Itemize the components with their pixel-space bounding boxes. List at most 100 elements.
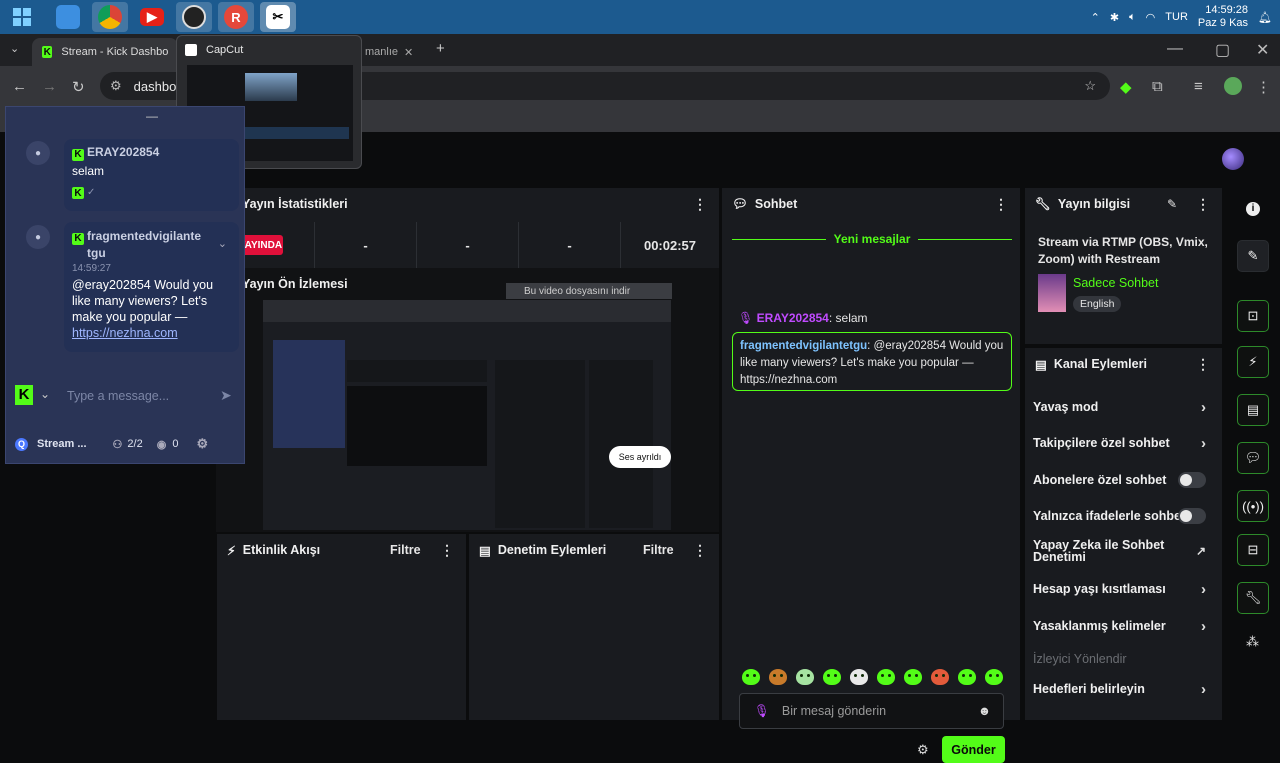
chat-sidebar-button[interactable]: 💬︎ — [1237, 442, 1269, 474]
stats-menu-icon[interactable]: ⋮ — [693, 196, 707, 213]
bolt-sidebar-button[interactable]: ⚡︎ — [1237, 346, 1269, 378]
chevron-right-icon: › — [1201, 617, 1206, 635]
send-button[interactable]: Gönder — [942, 736, 1005, 763]
wifi-icon[interactable]: ◠ — [1146, 11, 1156, 24]
reload-icon[interactable]: ↻ — [72, 78, 85, 96]
emote-icon[interactable] — [904, 669, 922, 685]
extensions-puzzle-icon[interactable]: ⧉ — [1152, 78, 1163, 95]
actions-menu-icon[interactable]: ⋮ — [1196, 356, 1210, 373]
forward-icon[interactable]: → — [42, 78, 57, 95]
followers-only-row[interactable]: Takipçilere özel sohbet › — [1033, 426, 1214, 460]
emote-icon[interactable] — [769, 669, 787, 685]
reading-list-icon[interactable]: ≡ — [1194, 78, 1203, 95]
capcut-button[interactable]: ✂ — [260, 2, 296, 32]
moderation-menu-icon[interactable]: ⋮ — [693, 542, 707, 559]
popup-footer: Q Stream ... ⚇ 2/2 ◉ 0 ⚙ — [6, 425, 244, 463]
edit-pencil-icon[interactable]: ✎ — [1167, 197, 1177, 211]
file-explorer-button[interactable] — [50, 2, 86, 32]
popup-username[interactable]: fragmentedvigilante — [87, 229, 201, 243]
chat-input-placeholder: Bir mesaj gönderin — [781, 704, 887, 718]
language-indicator[interactable]: TUR — [1165, 11, 1188, 23]
popup-username[interactable]: ERAY202854 — [87, 145, 159, 159]
tab-kick-dashboard[interactable]: K Stream - Kick Dashboard — [32, 38, 178, 66]
share-icon[interactable]: ⁂ — [1246, 634, 1259, 650]
tab-search-icon[interactable]: ⌄ — [10, 42, 19, 55]
send-arrow-icon[interactable]: ➤ — [220, 387, 232, 404]
chevron-up-icon[interactable]: ⌃ — [1091, 11, 1100, 24]
emote-icon[interactable] — [958, 669, 976, 685]
chevron-down-icon[interactable]: ⌄ — [40, 387, 50, 401]
info-menu-icon[interactable]: ⋮ — [1196, 196, 1210, 213]
preview-video[interactable]: Ses ayrıldı — [263, 300, 671, 530]
popup-time: 14:59:27 — [72, 263, 111, 274]
emote-icon[interactable] — [877, 669, 895, 685]
chevron-down-icon[interactable]: ⌄ — [218, 236, 227, 252]
bluetooth-icon[interactable]: ✱ — [1110, 11, 1119, 24]
tab-other[interactable]: manlıe ✕ — [355, 38, 417, 66]
site-info-icon[interactable]: ⚙ — [110, 78, 122, 94]
notification-icon[interactable]: 🔔︎ — [1258, 11, 1272, 24]
youtube-button[interactable]: ▶ — [134, 2, 170, 32]
close-window-button[interactable]: ✕ — [1256, 40, 1269, 60]
stats-header: Yayın İstatistikleri — [216, 188, 719, 220]
emote-icon[interactable] — [931, 669, 949, 685]
emote-icon[interactable] — [850, 669, 868, 685]
extension-icon[interactable]: ◆ — [1120, 78, 1132, 96]
download-video-button[interactable]: Bu video dosyasını indir — [506, 283, 672, 299]
eye-icon: ◉ — [156, 438, 167, 451]
menu-icon[interactable]: ⋮ — [1256, 78, 1271, 96]
emote-icon[interactable] — [823, 669, 841, 685]
chat-menu-icon[interactable]: ⋮ — [994, 196, 1008, 213]
back-icon[interactable]: ← — [12, 78, 27, 95]
edit-sidebar-button[interactable]: ✎ — [1237, 240, 1269, 272]
emote-icon[interactable] — [742, 669, 760, 685]
chat-username[interactable]: fragmentedvigilantetgu — [740, 340, 867, 352]
close-icon[interactable]: ✕ — [404, 46, 413, 59]
redirect-viewers-row: İzleyici Yönlendir — [1033, 642, 1214, 676]
set-goals-row[interactable]: Hedefleri belirleyin › — [1033, 672, 1214, 706]
ai-moderation-row[interactable]: Yapay Zeka ile Sohbet Denetimi ↗ — [1033, 534, 1214, 568]
chevron-right-icon: › — [1201, 680, 1206, 698]
layout-sidebar-button[interactable]: ⊟ — [1237, 534, 1269, 566]
slow-mode-row[interactable]: Yavaş mod › — [1033, 390, 1214, 424]
obs-button[interactable] — [176, 2, 212, 32]
restream-button[interactable]: R — [218, 2, 254, 32]
chat-input[interactable]: 🎙︎ Bir mesaj gönderin ☻ — [739, 693, 1004, 729]
info-icon[interactable]: i — [1246, 202, 1260, 216]
broadcast-sidebar-button[interactable]: ((•)) — [1237, 490, 1269, 522]
volume-icon[interactable]: 🔈︎ — [1129, 11, 1136, 24]
mic-icon[interactable]: 🎙︎ — [754, 704, 770, 719]
settings-icon[interactable]: ⚙ — [196, 436, 208, 452]
banned-words-row[interactable]: Yasaklanmış kelimeler › — [1033, 609, 1214, 643]
category-link[interactable]: Sadece Sohbet — [1073, 276, 1159, 290]
bookmark-star-icon[interactable]: ☆ — [1084, 78, 1096, 94]
activity-filter-button[interactable]: Filtre — [390, 543, 421, 557]
wrench-sidebar-button[interactable]: 🔧︎ — [1237, 582, 1269, 614]
popup-input-placeholder[interactable]: Type a message... — [67, 389, 169, 403]
user-avatar[interactable] — [1222, 148, 1244, 170]
popup-link[interactable]: https://nezhna.com — [72, 325, 231, 341]
minimize-button[interactable]: — — [146, 109, 158, 123]
moderation-filter-button[interactable]: Filtre — [643, 543, 674, 557]
chrome-button[interactable] — [92, 2, 128, 32]
clock[interactable]: 14:59:28 Paz 9 Kas — [1198, 4, 1248, 30]
activity-menu-icon[interactable]: ⋮ — [440, 542, 454, 559]
actions-title: Kanal Eylemleri — [1053, 357, 1147, 371]
chat-username[interactable]: ERAY202854 — [757, 311, 829, 325]
notes-sidebar-button[interactable]: ▤ — [1237, 394, 1269, 426]
popup-kick-logo[interactable]: K — [15, 385, 33, 405]
emotes-only-toggle[interactable] — [1178, 508, 1206, 524]
new-tab-button[interactable]: + — [436, 40, 445, 57]
account-age-row[interactable]: Hesap yaşı kısıtlaması › — [1033, 572, 1214, 606]
emote-icon[interactable] — [796, 669, 814, 685]
kick-icon: K — [72, 187, 84, 199]
chat-settings-icon[interactable]: ⚙ — [917, 742, 929, 758]
minimize-window-button[interactable]: — — [1167, 40, 1183, 58]
camera-sidebar-button[interactable]: ⊡ — [1237, 300, 1269, 332]
start-button[interactable] — [4, 2, 40, 32]
profile-avatar[interactable] — [1224, 77, 1242, 95]
subscribers-only-toggle[interactable] — [1178, 472, 1206, 488]
emoji-icon[interactable]: ☻ — [978, 704, 991, 718]
emote-icon[interactable] — [985, 669, 1003, 685]
maximize-window-button[interactable]: ▢ — [1215, 40, 1230, 60]
